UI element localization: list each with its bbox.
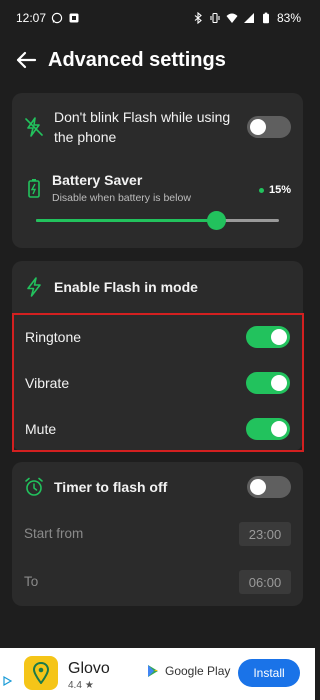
dont-blink-label: Don't blink Flash while using the phone [54, 109, 231, 145]
status-time: 12:07 [16, 11, 47, 25]
start-time-field[interactable]: 23:00 [239, 522, 291, 546]
battery-charging-icon [23, 177, 45, 199]
app-bar: Advanced settings [0, 42, 315, 78]
dont-blink-row: Don't blink Flash while using the phone [12, 107, 303, 147]
vibrate-toggle[interactable] [246, 372, 290, 394]
status-bar-right: 83% [192, 11, 301, 25]
google-play-label: Google Play [165, 664, 231, 678]
battery-saver-value: 15% [258, 184, 291, 196]
back-button[interactable] [14, 48, 38, 72]
timer-card: Timer to flash off Start from 23:00 To 0… [12, 462, 303, 606]
vibrate-icon [209, 12, 221, 24]
mode-row-mute: Mute [14, 414, 302, 444]
battery-dot-icon [258, 187, 264, 193]
install-button[interactable]: Install [238, 659, 300, 687]
timer-title: Timer to flash off [54, 479, 168, 495]
mode-label-ringtone: Ringtone [25, 329, 82, 345]
toggle-knob [250, 119, 266, 135]
signal-icon [243, 12, 255, 24]
battery-saver-value-label: 15% [268, 184, 291, 196]
ad-choices-icon[interactable] [2, 676, 12, 686]
google-play-badge: Google Play [146, 664, 230, 678]
slider-thumb[interactable] [206, 211, 226, 230]
general-settings-card: Don't blink Flash while using the phone … [12, 93, 303, 248]
mode-label-vibrate: Vibrate [25, 375, 70, 391]
mode-row-vibrate: Vibrate [14, 368, 302, 398]
slider-fill [36, 219, 216, 222]
start-from-label: Start from [24, 526, 84, 541]
battery-percent: 83% [276, 11, 301, 25]
mute-toggle[interactable] [246, 418, 290, 440]
toggle-knob [271, 421, 287, 437]
battery-saver-slider[interactable] [36, 211, 279, 230]
alarm-clock-icon [23, 476, 45, 498]
whatsapp-icon [51, 12, 63, 24]
flash-off-icon [23, 116, 45, 138]
timer-toggle[interactable] [247, 476, 291, 498]
star-icon: ★ [84, 680, 94, 691]
glovo-logo [24, 656, 58, 690]
toggle-knob [271, 329, 287, 345]
flash-mode-title: Enable Flash in mode [54, 279, 198, 295]
battery-saver-title: Battery Saver [52, 172, 143, 188]
flash-mode-list: Ringtone Vibrate Mute [12, 313, 304, 452]
mode-row-ringtone: Ringtone [14, 322, 302, 352]
flash-icon [23, 276, 45, 298]
ad-app-name: Glovo [68, 660, 110, 677]
battery-saver-subtitle: Disable when battery is below [52, 192, 191, 204]
bluetooth-icon [192, 12, 204, 24]
ad-rating: 4.4 ★ [68, 680, 94, 691]
toggle-knob [250, 479, 266, 495]
dont-blink-toggle[interactable] [247, 116, 291, 138]
mode-label-mute: Mute [25, 421, 57, 437]
back-arrow-icon [16, 51, 37, 69]
wifi-icon [226, 12, 238, 24]
status-bar: 12:07 83% [0, 0, 315, 36]
location-pin-icon [33, 662, 49, 684]
ringtone-toggle[interactable] [246, 326, 290, 348]
notification-icon [68, 12, 80, 24]
end-time-field[interactable]: 06:00 [239, 570, 291, 594]
page-title: Advanced settings [48, 48, 226, 71]
ad-banner[interactable]: Glovo 4.4 ★ Google Play Install [0, 648, 315, 700]
status-bar-left: 12:07 [16, 11, 80, 25]
google-play-icon [148, 665, 158, 677]
end-time-label: To [24, 574, 39, 589]
battery-icon [260, 12, 272, 24]
toggle-knob [271, 375, 287, 391]
ad-rating-value: 4.4 [68, 680, 82, 691]
